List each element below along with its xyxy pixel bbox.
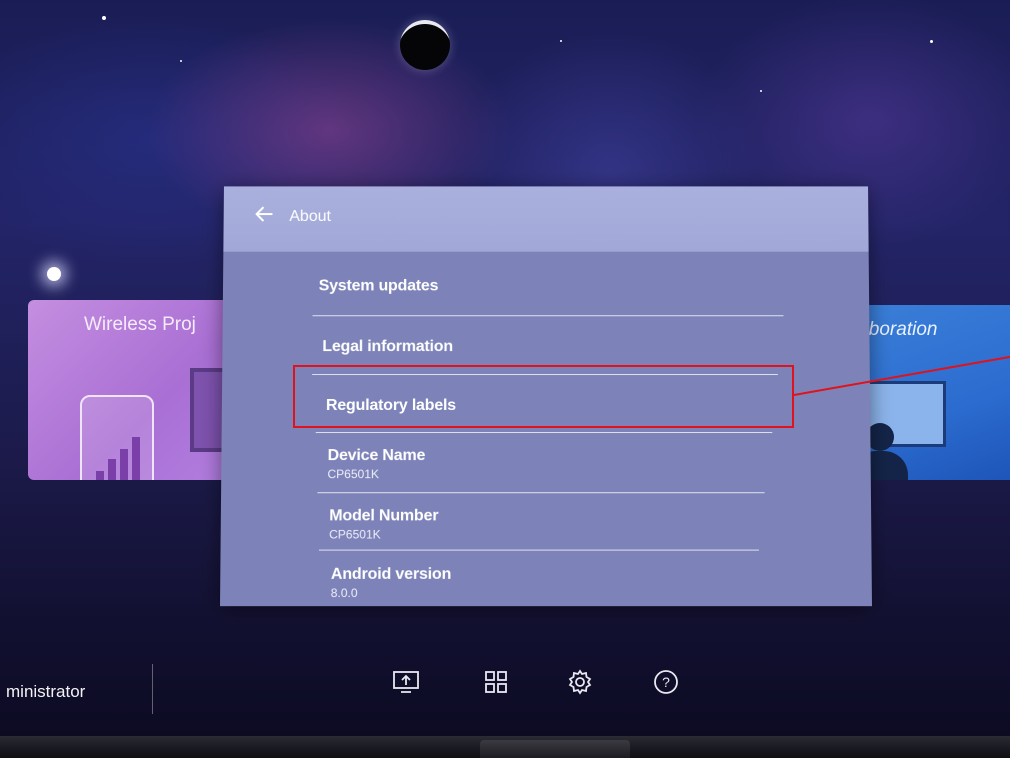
menu-item-model-number[interactable]: Model Number CP6501K [329, 507, 801, 541]
star [180, 60, 182, 62]
menu-item-label: System updates [318, 277, 439, 295]
card-title: Wireless Proj [84, 314, 196, 335]
collaboration-card[interactable]: laboration [846, 305, 1010, 480]
menu-item-system-updates[interactable]: System updates [319, 277, 788, 295]
svg-text:?: ? [662, 674, 670, 690]
android-version-value: 8.0.0 [330, 585, 358, 601]
device-name-value: CP6501K [327, 467, 380, 482]
apps-grid-icon[interactable] [482, 668, 510, 696]
help-icon[interactable]: ? [652, 668, 680, 696]
wireless-projection-card[interactable]: Wireless Proj [28, 300, 238, 480]
star [102, 16, 106, 20]
menu-item-label: Android version [330, 565, 452, 583]
display-screen: Wireless Proj laboration About System up… [0, 0, 1010, 738]
phone-illustration-icon [80, 395, 154, 480]
user-account-label[interactable]: ministrator [6, 682, 85, 702]
menu-item-label: Legal information [322, 338, 453, 356]
menu-item-android-version[interactable]: Android version 8.0.0 [331, 566, 804, 600]
taskbar-separator [152, 664, 153, 714]
star [47, 267, 61, 281]
annotation-highlight-box [293, 365, 794, 428]
menu-item-device-name[interactable]: Device Name CP6501K [327, 447, 798, 481]
menu-item-label: Model Number [329, 507, 439, 525]
star [560, 40, 562, 42]
divider [315, 432, 773, 434]
settings-gear-icon[interactable] [566, 668, 594, 696]
model-number-value: CP6501K [329, 527, 381, 542]
menu-item-legal-information[interactable]: Legal information [322, 338, 791, 356]
dialog-header: About [223, 186, 869, 252]
taskbar: ministrator ? [0, 640, 1010, 730]
divider [318, 549, 759, 551]
divider [317, 492, 765, 494]
star [930, 40, 933, 43]
screen-share-icon[interactable] [392, 668, 420, 696]
page-title: About [289, 208, 331, 225]
menu-item-label: Device Name [327, 447, 426, 465]
star [760, 90, 762, 92]
moon-graphic [400, 20, 450, 70]
divider [312, 315, 784, 317]
arrow-left-icon[interactable] [255, 206, 277, 226]
monitor-stand [480, 740, 630, 758]
